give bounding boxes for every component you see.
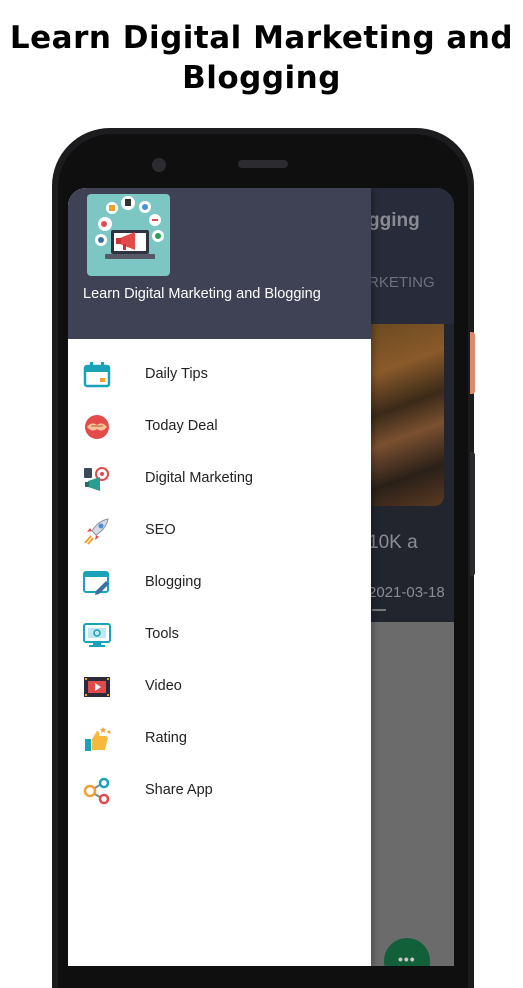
menu-item-rating[interactable]: Rating: [68, 713, 371, 765]
earpiece-speaker: [238, 160, 288, 168]
menu-item-video[interactable]: Video: [68, 661, 371, 713]
app-logo-icon: [87, 194, 170, 276]
drawer-menu: Daily Tips Today Deal Digital Marketing …: [68, 349, 371, 817]
menu-label-today-deal: Today Deal: [145, 418, 218, 434]
navigation-drawer: Learn Digital Marketing and Blogging Dai…: [68, 188, 371, 966]
background-post-image: [368, 324, 444, 506]
menu-label-rating: Rating: [145, 730, 187, 746]
menu-label-seo: SEO: [145, 522, 176, 538]
menu-label-tools: Tools: [145, 626, 179, 642]
background-tab: RKETING: [368, 274, 435, 291]
background-post-title: 10K a: [368, 532, 418, 553]
background-toolbar-title: gging: [368, 210, 420, 231]
power-button: [470, 332, 475, 394]
menu-label-daily-tips: Daily Tips: [145, 366, 208, 382]
calendar-icon: [82, 361, 112, 389]
menu-item-seo[interactable]: SEO: [68, 505, 371, 557]
menu-label-share-app: Share App: [145, 782, 213, 798]
promo-headline-line1: Learn Digital Marketing and: [9, 20, 514, 56]
background-divider: [372, 609, 386, 611]
handshake-icon: [82, 413, 112, 441]
monitor-tools-icon: [82, 621, 112, 649]
megaphone-target-icon: [82, 465, 112, 493]
front-camera: [152, 158, 166, 172]
thumbs-up-stars-icon: [82, 725, 112, 753]
menu-item-tools[interactable]: Tools: [68, 609, 371, 661]
chat-dots-icon: •••: [398, 951, 416, 966]
menu-label-blogging: Blogging: [145, 574, 202, 590]
menu-item-today-deal[interactable]: Today Deal: [68, 401, 371, 453]
menu-item-daily-tips[interactable]: Daily Tips: [68, 349, 371, 401]
promo-headline: Learn Digital Marketing and Blogging: [0, 18, 523, 98]
phone-screen: gging RKETING 10K a 2021-03-18 ••• Learn…: [68, 188, 454, 966]
menu-item-share-app[interactable]: Share App: [68, 765, 371, 817]
menu-item-blogging[interactable]: Blogging: [68, 557, 371, 609]
share-nodes-icon: [82, 777, 112, 805]
menu-label-digital-marketing: Digital Marketing: [145, 470, 253, 486]
rocket-icon: [82, 517, 112, 545]
drawer-app-name: Learn Digital Marketing and Blogging: [83, 286, 321, 302]
menu-item-digital-marketing[interactable]: Digital Marketing: [68, 453, 371, 505]
background-post-date: 2021-03-18: [368, 584, 445, 601]
video-film-icon: [82, 673, 112, 701]
volume-button: [470, 452, 475, 576]
blog-edit-icon: [82, 569, 112, 597]
drawer-header: Learn Digital Marketing and Blogging: [68, 188, 371, 339]
promo-headline-line2: Blogging: [182, 60, 341, 96]
menu-label-video: Video: [145, 678, 182, 694]
